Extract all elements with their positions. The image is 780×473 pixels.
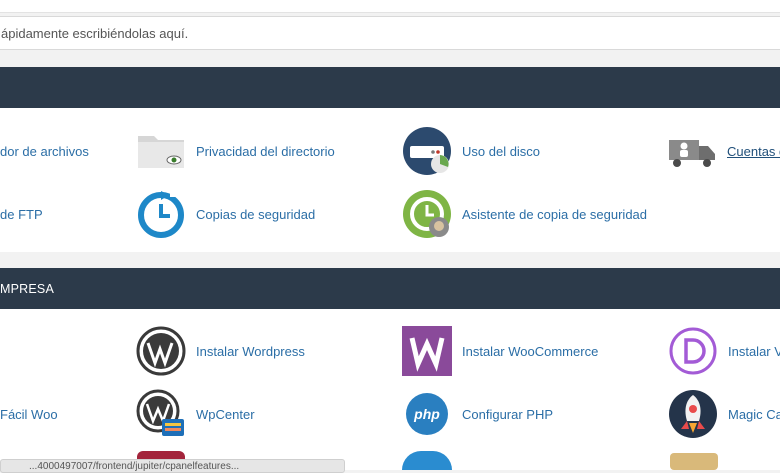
backup-wizard-label: Asistente de copia de seguridad: [462, 206, 648, 222]
easy-woo-label: Fácil Woo: [0, 406, 58, 422]
section-panel-business: Instalar Wordpress Instalar WooCommerce …: [0, 309, 780, 470]
status-url-tooltip: ...4000497007/frontend/jupiter/cpanelfea…: [0, 459, 345, 473]
svg-text:php: php: [413, 406, 440, 422]
ftp-label: de FTP: [0, 206, 43, 222]
disk-usage-label: Uso del disco: [462, 143, 541, 159]
search-placeholder: ápidamente escribiéndolas aquí.: [1, 26, 189, 41]
backup-link[interactable]: Copias de seguridad: [136, 188, 315, 240]
wordpress-icon: [136, 326, 186, 376]
disk-usage-icon: [403, 127, 451, 175]
wpcenter-link[interactable]: WpCenter: [136, 388, 255, 440]
ftp-accounts-label: Cuentas d: [727, 143, 780, 159]
file-manager-link[interactable]: dor de archivos: [0, 125, 89, 177]
easy-woo-link[interactable]: Fácil Woo: [0, 388, 58, 440]
rocket-icon: [669, 390, 717, 438]
backup-label: Copias de seguridad: [196, 206, 316, 222]
install-woocommerce-link[interactable]: Instalar WooCommerce: [402, 325, 598, 377]
install-woocommerce-label: Instalar WooCommerce: [462, 343, 599, 359]
install-wordpress-label: Instalar Wordpress: [196, 343, 305, 359]
backup-wizard-link[interactable]: Asistente de copia de seguridad: [402, 188, 647, 240]
wpcenter-icon: [136, 389, 184, 436]
folder-eye-icon: [138, 136, 184, 168]
directory-privacy-label: Privacidad del directorio: [196, 143, 335, 159]
ftp-link[interactable]: de FTP: [0, 188, 43, 240]
top-strip: [0, 0, 780, 13]
configure-php-link[interactable]: php Configurar PHP: [402, 388, 553, 440]
section-title-business: MPRESA: [0, 282, 54, 296]
section-header-business[interactable]: MPRESA: [0, 268, 780, 309]
wpcenter-label: WpCenter: [196, 406, 255, 422]
delivery-truck-icon: [669, 140, 715, 167]
file-manager-label: dor de archivos: [0, 143, 89, 159]
disk-usage-link[interactable]: Uso del disco: [402, 125, 540, 177]
divi-icon: [669, 327, 717, 375]
install-wordpress-link[interactable]: Instalar Wordpress: [136, 325, 305, 377]
directory-privacy-link[interactable]: Privacidad del directorio: [136, 125, 335, 177]
section-panel-files: dor de archivos Privacidad del directori…: [0, 108, 780, 252]
partial-icon-row3-c[interactable]: [670, 453, 718, 470]
php-icon: php: [406, 393, 448, 435]
ftp-accounts-link[interactable]: Cuentas d: [667, 125, 780, 177]
search-input[interactable]: ápidamente escribiéndolas aquí.: [0, 16, 780, 50]
backup-clock-icon: [138, 189, 184, 238]
partial-icon-row3-b[interactable]: [402, 451, 452, 470]
section-header-files[interactable]: [0, 67, 780, 108]
magic-cache-label: Magic Ca: [728, 406, 780, 422]
install-divi-link[interactable]: Instalar V: [668, 325, 780, 377]
backup-wizard-icon: [403, 190, 451, 238]
install-divi-label: Instalar V: [728, 343, 780, 359]
configure-php-label: Configurar PHP: [462, 406, 554, 422]
magic-cache-link[interactable]: Magic Ca: [668, 388, 780, 440]
woocommerce-icon: [402, 326, 452, 376]
